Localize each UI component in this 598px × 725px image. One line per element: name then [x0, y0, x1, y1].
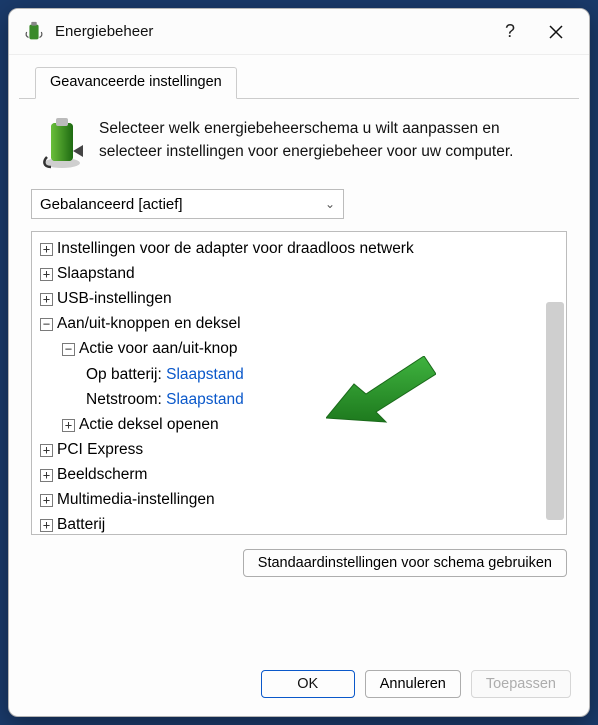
tab-bar: Geavanceerde instellingen: [19, 55, 579, 99]
chevron-down-icon: ⌄: [325, 197, 335, 211]
tree-item-lid-action[interactable]: +Actie deksel openen: [34, 412, 566, 437]
plan-select: Gebalanceerd [actief] ⌄: [31, 189, 539, 219]
tree-item-sleep[interactable]: +Slaapstand: [34, 261, 566, 286]
tree-item-wireless[interactable]: +Instellingen voor de adapter voor draad…: [34, 236, 566, 261]
tab-content: Selecteer welk energiebeheerschema u wil…: [9, 99, 589, 658]
expand-icon[interactable]: +: [40, 268, 53, 281]
tree-item-battery[interactable]: +Batterij: [34, 512, 566, 535]
plan-selected-text: Gebalanceerd [actief]: [40, 196, 183, 213]
tab-advanced[interactable]: Geavanceerde instellingen: [35, 67, 237, 99]
cancel-button[interactable]: Annuleren: [365, 670, 461, 698]
window-title: Energiebeheer: [55, 23, 153, 40]
expand-icon[interactable]: +: [40, 293, 53, 306]
tree-setting-plugged-in[interactable]: Netstroom: Slaapstand: [34, 387, 566, 412]
expand-icon[interactable]: +: [62, 419, 75, 432]
tree-item-display[interactable]: +Beeldscherm: [34, 462, 566, 487]
expand-icon[interactable]: +: [40, 444, 53, 457]
intro-row: Selecteer welk energiebeheerschema u wil…: [31, 99, 567, 183]
tree-setting-on-battery[interactable]: Op batterij: Slaapstand: [34, 362, 566, 387]
help-button[interactable]: ?: [487, 10, 533, 54]
tree-item-multimedia[interactable]: +Multimedia-instellingen: [34, 487, 566, 512]
tree-item-usb[interactable]: +USB-instellingen: [34, 286, 566, 311]
apply-button: Toepassen: [471, 670, 571, 698]
titlebar: Energiebeheer ?: [9, 9, 589, 55]
restore-defaults-button[interactable]: Standaardinstellingen voor schema gebrui…: [243, 549, 567, 577]
collapse-icon[interactable]: −: [62, 343, 75, 356]
app-icon: [23, 21, 45, 43]
expand-icon[interactable]: +: [40, 243, 53, 256]
expand-icon[interactable]: +: [40, 494, 53, 507]
collapse-icon[interactable]: −: [40, 318, 53, 331]
close-button[interactable]: [533, 10, 579, 54]
dialog-window: Energiebeheer ? Geavanceerde instellinge…: [8, 8, 590, 717]
value-link[interactable]: Slaapstand: [166, 391, 244, 408]
scrollbar-thumb[interactable]: [546, 302, 564, 520]
tree-item-buttons-lid[interactable]: −Aan/uit-knoppen en deksel: [34, 311, 566, 336]
tree-item-pci[interactable]: +PCI Express: [34, 437, 566, 462]
value-link[interactable]: Slaapstand: [166, 366, 244, 383]
intro-text: Selecteer welk energiebeheerschema u wil…: [99, 117, 561, 164]
expand-icon[interactable]: +: [40, 469, 53, 482]
dialog-footer: OK Annuleren Toepassen: [9, 658, 589, 716]
ok-button[interactable]: OK: [261, 670, 355, 698]
battery-plug-icon: [39, 117, 85, 169]
expand-icon[interactable]: +: [40, 519, 53, 532]
tree-item-power-action[interactable]: −Actie voor aan/uit-knop: [34, 336, 566, 361]
plan-combobox[interactable]: Gebalanceerd [actief] ⌄: [31, 189, 344, 219]
settings-tree: +Instellingen voor de adapter voor draad…: [31, 231, 567, 535]
